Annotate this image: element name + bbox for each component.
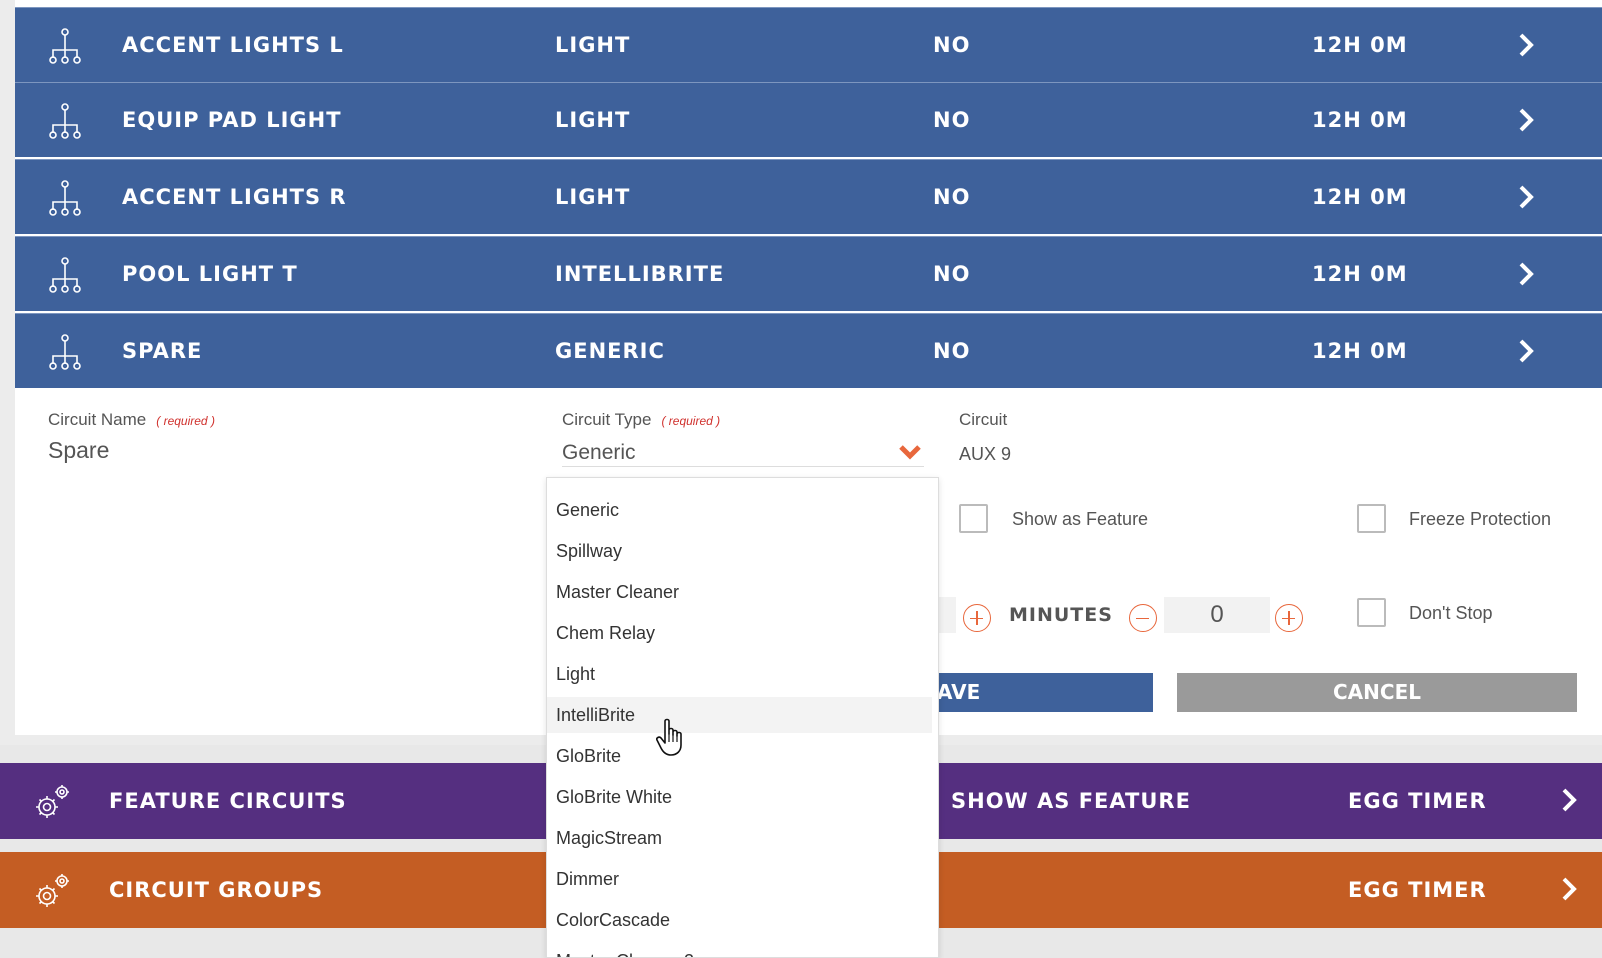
dropdown-option-colorcascade[interactable]: ColorCascade (547, 902, 932, 938)
circuit-name: ACCENT LIGHTS L (122, 33, 344, 57)
circuit-row-accent-lights-l[interactable]: ACCENT LIGHTS L LIGHT NO 12H 0M (15, 7, 1602, 82)
circuit-label: Circuit (959, 410, 1008, 429)
circuit-type: GENERIC (555, 339, 665, 363)
circuit-tree-icon (49, 103, 81, 139)
chevron-down-icon[interactable] (898, 443, 922, 461)
hand-cursor-icon (656, 718, 682, 756)
circuit-groups-title: CIRCUIT GROUPS (109, 878, 324, 902)
circuit-egg-timer: 12H 0M (1312, 33, 1408, 57)
dropdown-option-intellibrite[interactable]: IntelliBrite (547, 697, 932, 733)
dropdown-option-spillway[interactable]: Spillway (547, 533, 932, 569)
dropdown-option-magicstream[interactable]: MagicStream (547, 820, 932, 856)
chevron-right-icon[interactable] (1558, 785, 1580, 815)
chevron-right-icon[interactable] (1515, 182, 1537, 212)
circuit-name: EQUIP PAD LIGHT (122, 108, 342, 132)
chevron-right-icon[interactable] (1515, 105, 1537, 135)
circuit-type: LIGHT (555, 108, 631, 132)
circuit-type-dropdown[interactable]: Generic Spillway Master Cleaner Chem Rel… (546, 477, 939, 958)
hours-increment-button[interactable] (963, 604, 991, 632)
circuit-egg-timer: 12H 0M (1312, 262, 1408, 286)
cancel-button[interactable]: CANCEL (1177, 673, 1577, 712)
circuit-feature: NO (933, 262, 971, 286)
circuit-name: SPARE (122, 339, 203, 363)
show-as-feature-checkbox[interactable] (959, 504, 988, 533)
circuit-row-pool-light-t[interactable]: POOL LIGHT T INTELLIBRITE NO 12H 0M (15, 236, 1602, 311)
gears-icon (36, 874, 69, 907)
circuit-type: INTELLIBRITE (555, 262, 725, 286)
feature-circuits-title: FEATURE CIRCUITS (109, 789, 347, 813)
freeze-protection-checkbox[interactable] (1357, 504, 1386, 533)
circuit-type: LIGHT (555, 185, 631, 209)
egg-timer-header: EGG TIMER (1348, 789, 1487, 813)
dropdown-option-master-cleaner[interactable]: Master Cleaner (547, 574, 932, 610)
circuit-type: LIGHT (555, 33, 631, 57)
dropdown-option-globrite-white[interactable]: GloBrite White (547, 779, 932, 815)
circuit-tree-icon (49, 334, 81, 370)
circuit-tree-icon (49, 180, 81, 216)
dropdown-option-light[interactable]: Light (547, 656, 932, 692)
minutes-label: MINUTES (1009, 604, 1113, 626)
circuit-row-spare[interactable]: SPARE GENERIC NO 12H 0M (15, 313, 1602, 388)
minutes-input[interactable]: 0 (1164, 597, 1270, 633)
required-tag: ( required ) (661, 414, 721, 428)
circuit-type-select[interactable]: Generic (562, 441, 636, 465)
circuit-feature: NO (933, 33, 971, 57)
dropdown-option-chem-relay[interactable]: Chem Relay (547, 615, 932, 651)
freeze-protection-label: Freeze Protection (1409, 509, 1552, 529)
dont-stop-checkbox[interactable] (1357, 598, 1386, 627)
circuit-value: AUX 9 (959, 444, 1012, 464)
circuit-name-field[interactable]: Spare (48, 437, 109, 464)
chevron-right-icon[interactable] (1515, 30, 1537, 60)
minutes-decrement-button[interactable] (1129, 604, 1157, 632)
dropdown-option-master-cleaner-2[interactable]: Master Cleaner 2 (547, 943, 932, 957)
circuit-egg-timer: 12H 0M (1312, 185, 1408, 209)
gears-icon (36, 785, 69, 818)
circuit-type-label-text: Circuit Type (562, 410, 652, 429)
circuit-egg-timer: 12H 0M (1312, 108, 1408, 132)
circuit-type-underline (562, 466, 924, 467)
egg-timer-header: EGG TIMER (1348, 878, 1487, 902)
chevron-right-icon[interactable] (1515, 336, 1537, 366)
dont-stop-label: Don't Stop (1409, 603, 1493, 623)
circuit-name-label: Circuit Name ( required ) (48, 410, 215, 430)
chevron-right-icon[interactable] (1515, 259, 1537, 289)
show-as-feature-label: Show as Feature (1012, 509, 1149, 529)
circuit-type-label: Circuit Type ( required ) (562, 410, 720, 430)
minutes-increment-button[interactable] (1275, 604, 1303, 632)
circuit-tree-icon (49, 257, 81, 293)
circuit-row-accent-lights-r[interactable]: ACCENT LIGHTS R LIGHT NO 12H 0M (15, 159, 1602, 234)
circuit-feature: NO (933, 339, 971, 363)
circuit-name: ACCENT LIGHTS R (122, 185, 347, 209)
circuit-tree-icon (49, 28, 81, 64)
circuit-feature: NO (933, 185, 971, 209)
required-tag: ( required ) (156, 414, 215, 428)
dropdown-option-generic[interactable]: Generic (547, 492, 932, 528)
circuit-egg-timer: 12H 0M (1312, 339, 1408, 363)
show-as-feature-header: SHOW AS FEATURE (951, 789, 1191, 813)
chevron-right-icon[interactable] (1558, 874, 1580, 904)
circuit-feature: NO (933, 108, 971, 132)
circuit-row-equip-pad-light[interactable]: EQUIP PAD LIGHT LIGHT NO 12H 0M (15, 82, 1602, 157)
circuit-name-label-text: Circuit Name (48, 410, 147, 429)
dropdown-option-dimmer[interactable]: Dimmer (547, 861, 932, 897)
circuit-name: POOL LIGHT T (122, 262, 298, 286)
dropdown-option-globrite[interactable]: GloBrite (547, 738, 932, 774)
